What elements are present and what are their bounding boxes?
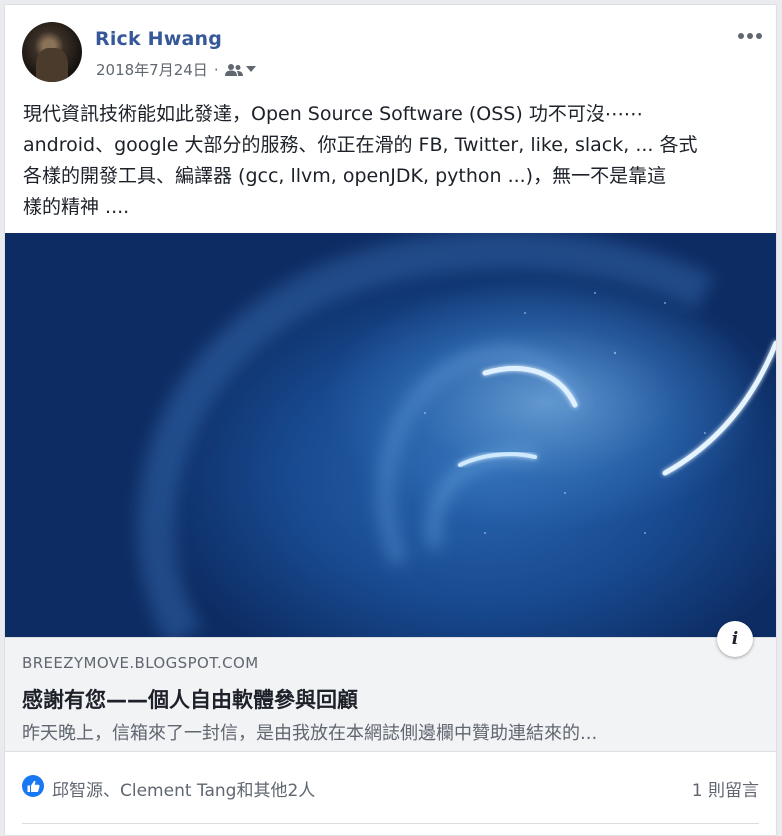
more-dots-icon [738, 33, 762, 39]
avatar[interactable] [22, 22, 82, 82]
audience-selector[interactable] [224, 63, 256, 77]
swirl-artwork [137, 233, 776, 637]
link-preview-image[interactable] [5, 233, 776, 637]
thumbs-up-glyph [27, 780, 40, 792]
more-options-button[interactable] [735, 26, 765, 46]
post-meta: 2018年7月24日 · [96, 59, 256, 80]
link-title[interactable]: 感謝有您——個人自由軟體參與回顧 [22, 684, 358, 714]
post-text-line: 樣的精神 .... [23, 196, 130, 218]
link-preview-caption[interactable]: BREEZYMOVE.BLOGSPOT.COM 感謝有您——個人自由軟體參與回顧… [5, 637, 776, 752]
caret-down-icon [245, 66, 256, 72]
meta-separator: · [213, 60, 219, 79]
post-date[interactable]: 2018年7月24日 [96, 59, 208, 80]
info-button[interactable]: i [717, 621, 753, 657]
post-text-line: android、google 大部分的服務、你正在滑的 FB, Twitter,… [23, 134, 698, 156]
link-domain: BREEZYMOVE.BLOGSPOT.COM [22, 654, 259, 672]
author-name[interactable]: Rick Hwang [95, 28, 222, 50]
post-header: Rick Hwang 2018年7月24日 · [22, 22, 767, 84]
post-text-line: 現代資訊技術能如此發達，Open Source Software (OSS) 功… [23, 103, 643, 125]
friends-icon [224, 63, 243, 76]
reactors-list[interactable]: 邱智源、Clement Tang和其他2人 [52, 776, 315, 801]
thumbs-up-icon[interactable] [22, 775, 44, 797]
post-text-line: 各樣的開發工具、編譯器 (gcc, llvm, openJDK, python … [23, 165, 667, 187]
link-description: 昨天晚上，信箱來了一封信，是由我放在本網誌側邊欄中贊助連結來的... [22, 723, 598, 744]
comment-count[interactable]: 1 則留言 [692, 776, 759, 801]
post-body-text: 現代資訊技術能如此發達，Open Source Software (OSS) 功… [23, 99, 763, 223]
reactions-bar: 邱智源、Clement Tang和其他2人 1 則留言 [22, 771, 759, 803]
post-card: Rick Hwang 2018年7月24日 · 現代資訊技術能如此發達，Open… [4, 4, 777, 836]
